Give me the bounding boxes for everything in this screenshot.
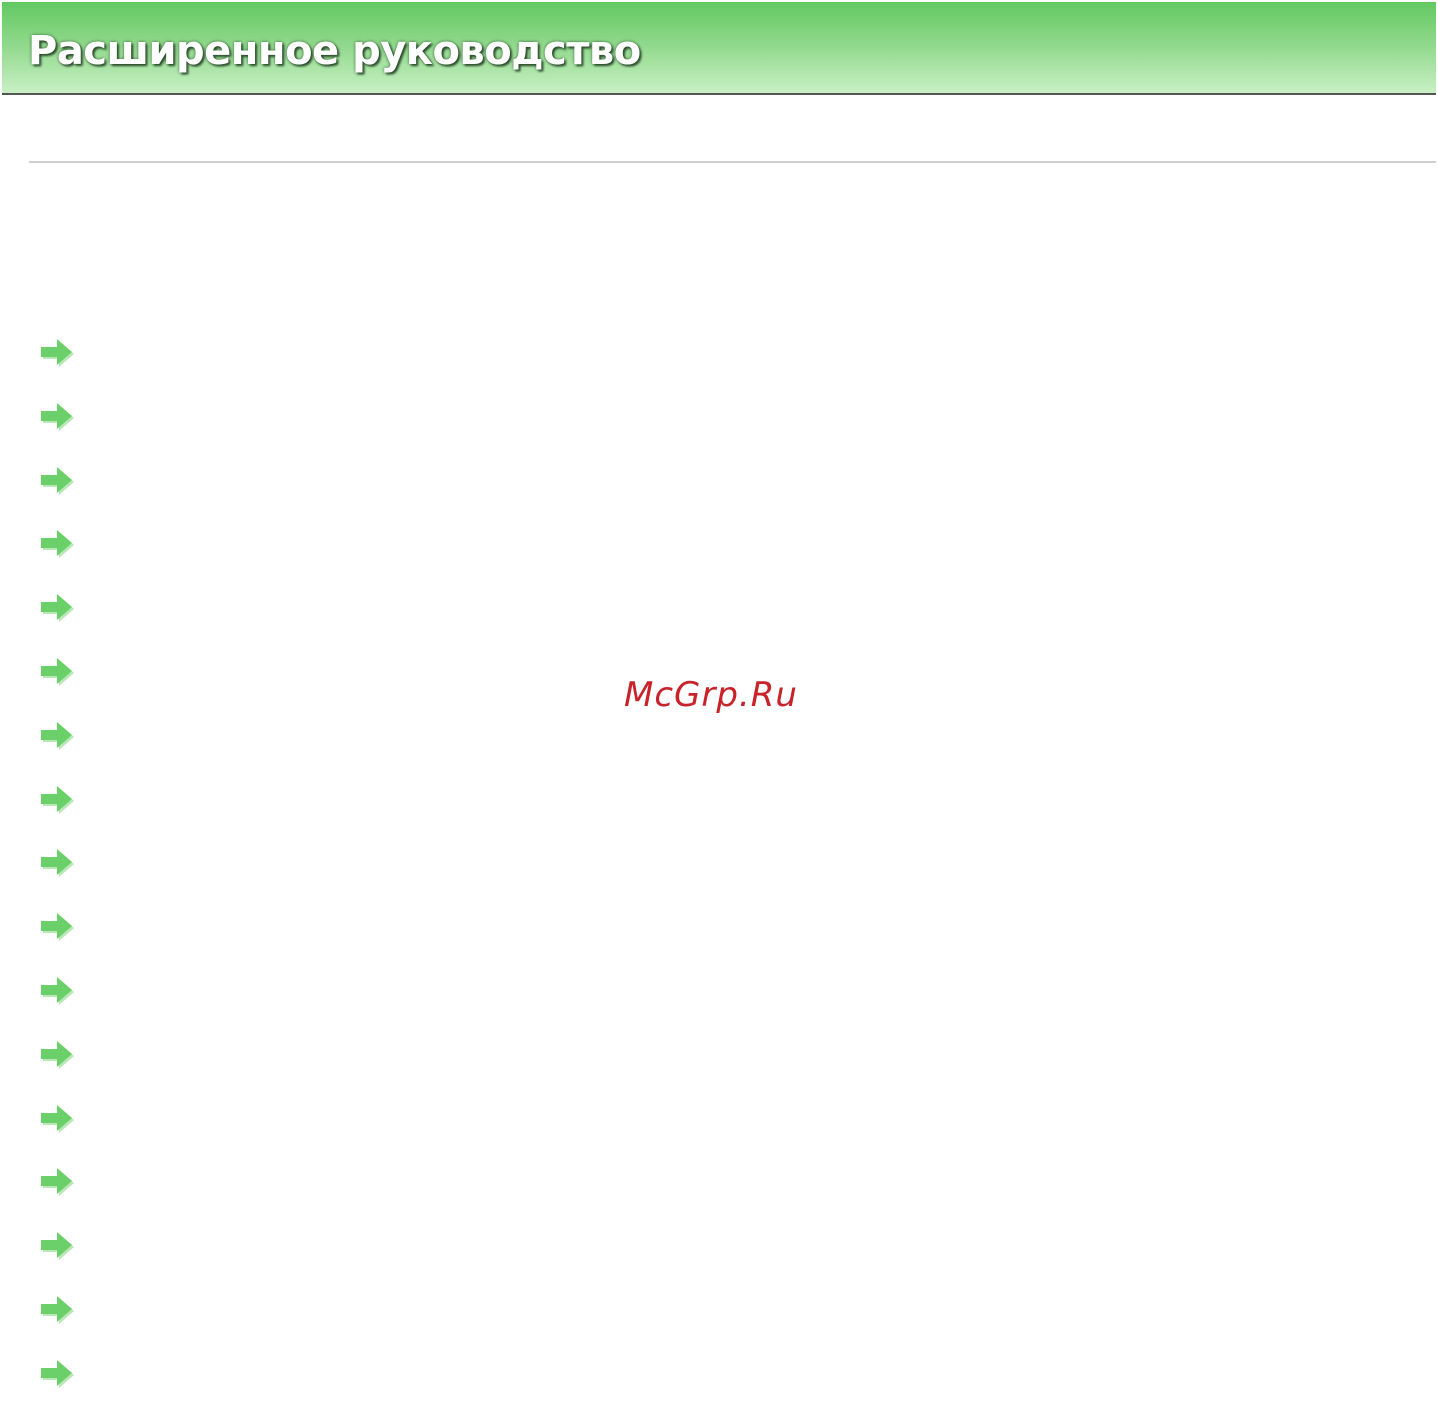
arrow-right-icon (41, 1040, 74, 1069)
divider (29, 161, 1436, 163)
page-title: Расширенное руководство (28, 28, 641, 74)
list-item[interactable] (40, 785, 440, 849)
arrow-right-icon (41, 785, 74, 814)
arrow-right-icon (41, 466, 74, 495)
list-item[interactable] (40, 721, 440, 785)
list-item[interactable] (40, 1359, 440, 1423)
arrow-right-icon (41, 1295, 74, 1324)
list-item[interactable] (40, 1231, 440, 1295)
list-item[interactable] (40, 657, 440, 721)
arrow-right-icon (41, 721, 74, 750)
arrow-right-icon (41, 849, 74, 878)
list-item[interactable] (40, 848, 440, 912)
list-item[interactable] (40, 1295, 440, 1359)
arrow-right-icon (41, 976, 74, 1005)
list-item[interactable] (40, 976, 440, 1040)
link-list (40, 338, 440, 1423)
arrow-right-icon (41, 913, 74, 942)
header-banner: Расширенное руководство (2, 2, 1436, 95)
list-item[interactable] (40, 1040, 440, 1104)
list-item[interactable] (40, 466, 440, 530)
arrow-right-icon (41, 1232, 74, 1261)
arrow-right-icon (41, 594, 74, 623)
list-item[interactable] (40, 402, 440, 466)
arrow-right-icon (41, 1168, 74, 1197)
watermark: McGrp.Ru (624, 675, 798, 715)
arrow-right-icon (41, 1104, 74, 1133)
arrow-right-icon (41, 339, 74, 367)
arrow-right-icon (41, 402, 74, 431)
arrow-right-icon (41, 1359, 74, 1388)
list-item[interactable] (40, 529, 440, 593)
list-item[interactable] (40, 1167, 440, 1231)
list-item[interactable] (40, 1104, 440, 1168)
list-item[interactable] (40, 912, 440, 976)
arrow-right-icon (41, 657, 74, 686)
arrow-right-icon (41, 530, 74, 559)
list-item[interactable] (40, 338, 440, 402)
list-item[interactable] (40, 593, 440, 657)
